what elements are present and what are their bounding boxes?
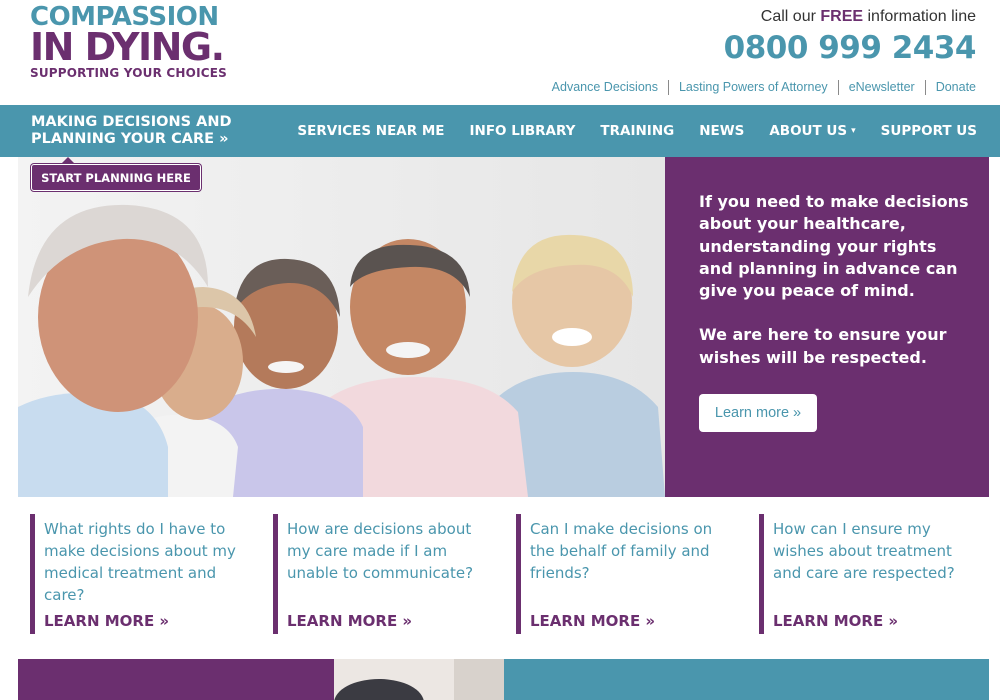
promo-panel-blue <box>504 659 989 700</box>
planning-cta-line-2: PLANNING YOUR CARE » <box>31 131 229 147</box>
promo-photo <box>334 659 504 700</box>
phone-number[interactable]: 0800 999 2434 <box>724 30 977 66</box>
question-cards: What rights do I have to make decisions … <box>30 514 990 634</box>
learn-more-button[interactable]: Learn more » <box>699 394 817 432</box>
hero-paragraph-2: We are here to ensure your wishes will b… <box>699 325 947 367</box>
question-card: How can I ensure my wishes about treatme… <box>759 514 984 634</box>
card-learn-more-link[interactable]: LEARN MORE » <box>287 612 412 630</box>
card-question[interactable]: Can I make decisions on the behalf of fa… <box>530 518 740 584</box>
card-question[interactable]: How can I ensure my wishes about treatme… <box>773 518 983 584</box>
question-card: What rights do I have to make decisions … <box>30 514 255 634</box>
nav-item-info-library[interactable]: INFO LIBRARY <box>470 123 576 139</box>
nav-item-support-us[interactable]: SUPPORT US <box>881 123 977 139</box>
link-advance-decisions[interactable]: Advance Decisions <box>542 80 668 95</box>
hero-message-panel: If you need to make decisions about your… <box>665 157 989 497</box>
card-learn-more-link[interactable]: LEARN MORE » <box>773 612 898 630</box>
link-lasting-powers-of-attorney[interactable]: Lasting Powers of Attorney <box>667 80 838 95</box>
promo-panel-purple <box>18 659 334 700</box>
nav-item-news[interactable]: NEWS <box>699 123 744 139</box>
nav-item-training[interactable]: TRAINING <box>600 123 674 139</box>
site-logo[interactable]: COMPASSION IN DYING. SUPPORTING YOUR CHO… <box>30 4 260 80</box>
nav-menu: SERVICES NEAR ME INFO LIBRARY TRAINING N… <box>272 105 977 157</box>
info-line-label: Call our FREE information line <box>760 8 976 25</box>
nav-item-services-near-me[interactable]: SERVICES NEAR ME <box>297 123 444 139</box>
card-learn-more-link[interactable]: LEARN MORE » <box>44 612 169 630</box>
start-planning-button[interactable]: START PLANNING HERE <box>31 164 201 191</box>
link-enewsletter[interactable]: eNewsletter <box>837 80 925 95</box>
card-question[interactable]: How are decisions about my care made if … <box>287 518 497 584</box>
logo-tagline: SUPPORTING YOUR CHOICES <box>30 66 227 80</box>
planning-cta-line-1: MAKING DECISIONS AND <box>31 114 232 130</box>
utility-links: Advance Decisions Lasting Powers of Atto… <box>542 80 976 95</box>
link-donate[interactable]: Donate <box>924 80 976 95</box>
logo-line-2: IN DYING. <box>30 25 225 69</box>
card-learn-more-link[interactable]: LEARN MORE » <box>530 612 655 630</box>
question-card: How are decisions about my care made if … <box>273 514 498 634</box>
hero-paragraph-1: If you need to make decisions about your… <box>699 192 969 301</box>
card-question[interactable]: What rights do I have to make decisions … <box>44 518 254 606</box>
chevron-down-icon: ▾ <box>851 126 856 136</box>
main-navigation: MAKING DECISIONS AND PLANNING YOUR CARE … <box>0 105 1000 157</box>
planning-cta-link[interactable]: MAKING DECISIONS AND PLANNING YOUR CARE … <box>31 114 232 148</box>
hero-photo <box>18 157 665 497</box>
nav-item-about-us[interactable]: ABOUT US ▾ <box>769 123 855 139</box>
hero-text: If you need to make decisions about your… <box>699 191 969 369</box>
question-card: Can I make decisions on the behalf of fa… <box>516 514 741 634</box>
